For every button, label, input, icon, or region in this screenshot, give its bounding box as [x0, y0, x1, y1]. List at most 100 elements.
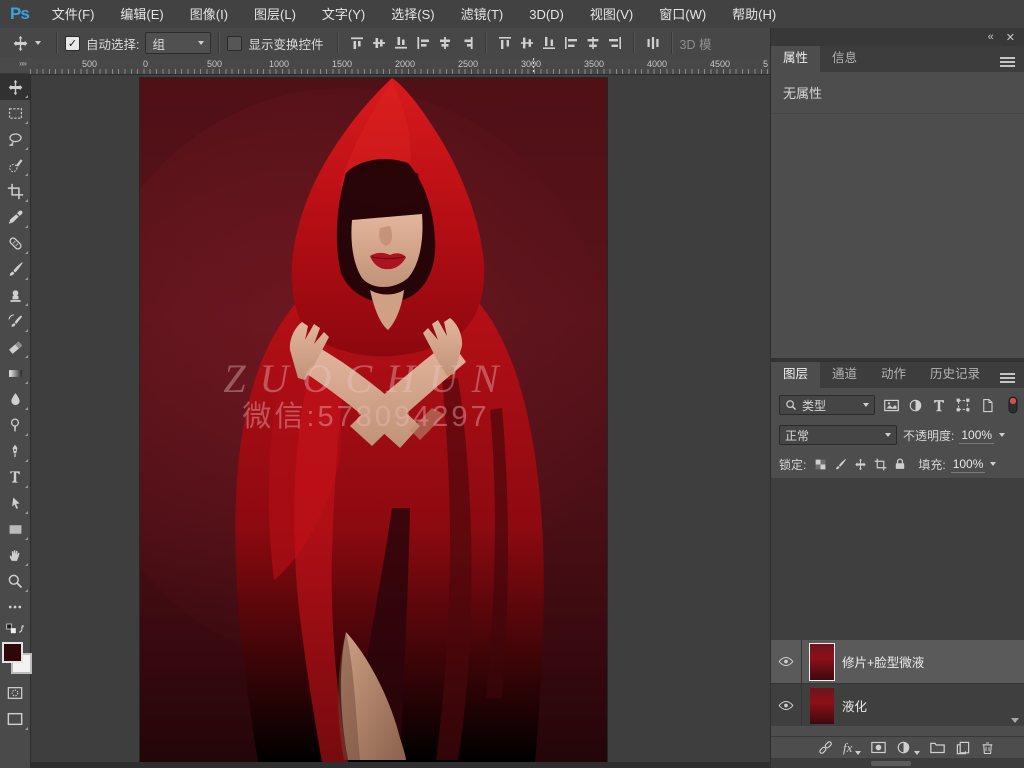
align-right-edges-icon[interactable] [456, 32, 478, 54]
layer-style-chevron[interactable] [855, 751, 861, 755]
tab-properties[interactable]: 属性 [771, 46, 820, 72]
layer-name[interactable]: 修片+脸型微液 [842, 652, 924, 671]
opacity-chevron[interactable] [999, 433, 1005, 437]
align-left-edges-icon[interactable] [412, 32, 434, 54]
menu-filter[interactable]: 滤镜(T) [448, 1, 517, 28]
collapse-panels-icon[interactable]: « [988, 31, 994, 43]
quick-mask-mode-button[interactable] [0, 680, 30, 706]
menu-image[interactable]: 图像(I) [177, 1, 241, 28]
distribute-top-edges-icon[interactable] [494, 32, 516, 54]
lock-position-icon[interactable] [850, 454, 870, 474]
dodge-tool[interactable] [0, 412, 30, 438]
menu-view[interactable]: 视图(V) [577, 1, 646, 28]
spot-healing-brush-tool[interactable] [0, 230, 30, 256]
tab-channels[interactable]: 通道 [820, 362, 869, 388]
blur-tool[interactable] [0, 386, 30, 412]
rectangular-marquee-tool[interactable] [0, 100, 30, 126]
lock-transparent-icon[interactable] [810, 454, 830, 474]
adjustment-layer-icon[interactable] [896, 740, 911, 755]
layer-thumbnail[interactable] [810, 644, 834, 680]
auto-align-icon[interactable] [642, 32, 664, 54]
distribute-right-edges-icon[interactable] [604, 32, 626, 54]
blend-mode-dropdown[interactable]: 正常 [779, 425, 897, 445]
lasso-tool[interactable] [0, 126, 30, 152]
document-canvas[interactable]: ZUOCHUN 微信:578094297 [140, 78, 607, 762]
tab-layers[interactable]: 图层 [771, 362, 820, 388]
eyedropper-tool[interactable] [0, 204, 30, 230]
foreground-color-swatch[interactable] [2, 642, 23, 663]
tab-actions[interactable]: 动作 [869, 362, 918, 388]
horizontal-ruler[interactable]: 500 0 500 1000 1500 2000 2500 3000 3500 … [30, 58, 770, 75]
toolbox-collapse-icon[interactable]: »» [0, 58, 30, 74]
clone-stamp-tool[interactable] [0, 282, 30, 308]
layer-thumbnail[interactable] [810, 688, 834, 724]
align-horizontal-centers-icon[interactable] [434, 32, 456, 54]
link-layers-icon[interactable] [817, 739, 834, 756]
eraser-tool[interactable] [0, 334, 30, 360]
close-panel-icon[interactable]: ✕ [1006, 31, 1015, 44]
tab-info[interactable]: 信息 [820, 46, 869, 72]
swap-colors-icon[interactable] [0, 620, 30, 638]
align-vertical-centers-icon[interactable] [368, 32, 390, 54]
type-tool[interactable] [0, 464, 30, 490]
move-tool[interactable] [0, 74, 30, 100]
brush-tool[interactable] [0, 256, 30, 282]
lock-all-icon[interactable] [890, 454, 910, 474]
adjustment-layer-filter-icon[interactable] [903, 394, 927, 416]
layers-hscrollbar[interactable] [771, 758, 1024, 768]
zoom-tool[interactable] [0, 568, 30, 594]
auto-select-checkbox[interactable]: ✓ [65, 36, 80, 51]
layer-name[interactable]: 液化 [842, 696, 867, 715]
auto-select-dropdown[interactable]: 组 [145, 32, 211, 54]
new-layer-icon[interactable] [955, 740, 971, 756]
tool-preset-chevron[interactable] [35, 41, 41, 45]
distribute-horizontal-centers-icon[interactable] [582, 32, 604, 54]
filter-toggle-switch[interactable] [1001, 394, 1024, 416]
lock-artboard-icon[interactable] [870, 454, 890, 474]
menu-select[interactable]: 选择(S) [378, 1, 447, 28]
shape-layer-filter-icon[interactable] [951, 394, 975, 416]
panel-menu-icon[interactable] [1000, 57, 1015, 59]
layer-mask-icon[interactable] [870, 740, 887, 755]
crop-tool[interactable] [0, 178, 30, 204]
opacity-field[interactable]: 100% [959, 427, 994, 444]
menu-file[interactable]: 文件(F) [39, 1, 108, 28]
new-group-icon[interactable] [929, 740, 946, 755]
menu-help[interactable]: 帮助(H) [719, 1, 789, 28]
pixel-layer-filter-icon[interactable] [879, 394, 903, 416]
smart-object-filter-icon[interactable] [975, 394, 999, 416]
distribute-bottom-edges-icon[interactable] [538, 32, 560, 54]
menu-edit[interactable]: 编辑(E) [107, 1, 176, 28]
visibility-toggle[interactable] [771, 684, 802, 726]
path-selection-tool[interactable] [0, 490, 30, 516]
distribute-left-edges-icon[interactable] [560, 32, 582, 54]
fill-field[interactable]: 100% [951, 456, 986, 473]
more-options-icon[interactable] [0, 594, 30, 620]
delete-layer-icon[interactable] [980, 740, 995, 755]
rectangle-shape-tool[interactable] [0, 516, 30, 542]
tab-history[interactable]: 历史记录 [918, 362, 992, 388]
screen-mode-button[interactable] [0, 706, 30, 732]
layer-list-scroll-down[interactable] [1011, 718, 1019, 723]
layer-row-retouch[interactable]: 修片+脸型微液 [771, 640, 1024, 684]
gradient-tool[interactable] [0, 360, 30, 386]
layer-filter-dropdown[interactable]: 类型 [779, 395, 875, 415]
show-transform-checkbox[interactable] [227, 36, 242, 51]
pen-tool[interactable] [0, 438, 30, 464]
history-brush-tool[interactable] [0, 308, 30, 334]
visibility-toggle[interactable] [771, 640, 802, 683]
move-tool-icon[interactable] [12, 35, 29, 52]
lock-paint-icon[interactable] [830, 454, 850, 474]
distribute-vertical-centers-icon[interactable] [516, 32, 538, 54]
adjustment-chevron[interactable] [914, 751, 920, 755]
layer-row-liquify[interactable]: 液化 [771, 684, 1024, 726]
scrollbar-thumb[interactable] [871, 761, 911, 766]
layer-style-icon[interactable]: fx [843, 740, 852, 756]
align-top-edges-icon[interactable] [346, 32, 368, 54]
align-bottom-edges-icon[interactable] [390, 32, 412, 54]
menu-type[interactable]: 文字(Y) [309, 1, 378, 28]
menu-layer[interactable]: 图层(L) [241, 1, 309, 28]
menu-window[interactable]: 窗口(W) [646, 1, 719, 28]
type-layer-filter-icon[interactable] [927, 394, 951, 416]
menu-3d[interactable]: 3D(D) [516, 1, 577, 28]
